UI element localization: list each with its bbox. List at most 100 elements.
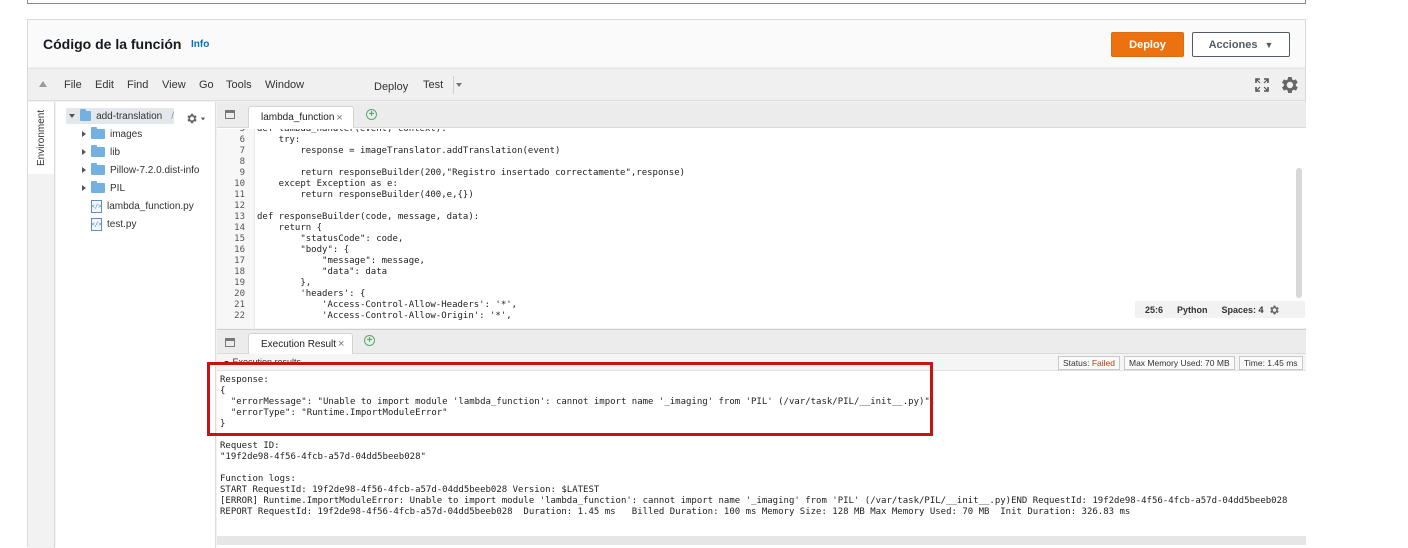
line-number: 14	[234, 223, 245, 233]
line-number: 8	[239, 157, 245, 167]
execution-results-title[interactable]: ▼ Execution results	[223, 357, 301, 367]
line-number: 17	[234, 256, 245, 266]
line-number: 20	[234, 289, 245, 299]
execution-results-label: Execution results	[232, 357, 301, 367]
folder-icon	[91, 127, 105, 139]
tree-root-label: add-translation	[96, 110, 163, 122]
tree-item-label: PIL	[110, 182, 126, 194]
file-tree: add-translation / images lib Pillow-7.2.…	[56, 102, 216, 548]
tab-menu-icon[interactable]	[225, 110, 235, 119]
python-file-icon: </>	[91, 217, 102, 231]
tab-lambda-function[interactable]: lambda_function ×	[248, 106, 354, 128]
tree-item-images[interactable]: images	[82, 126, 142, 142]
code-text: return responseBuilder(400,e,{})	[257, 190, 474, 200]
line-number: 12	[234, 201, 245, 211]
code-text: return {	[257, 223, 323, 233]
menu-edit[interactable]: Edit	[95, 79, 114, 91]
code-text: return responseBuilder(200,"Registro ins…	[257, 168, 686, 178]
output-line: {	[220, 386, 226, 396]
execution-results-header: ▼ Execution results Status: Failed Max M…	[217, 354, 1306, 371]
menu-go[interactable]: Go	[199, 79, 214, 91]
code-text: 'headers': {	[257, 289, 366, 299]
menu-view[interactable]: View	[162, 79, 186, 91]
language-mode[interactable]: Python	[1177, 305, 1208, 315]
settings-gear-icon[interactable]	[1278, 74, 1300, 96]
tree-item-pillow-dist-info[interactable]: Pillow-7.2.0.dist-info	[82, 162, 199, 178]
environment-tab[interactable]: Environment	[28, 102, 55, 174]
menu-tools[interactable]: Tools	[226, 79, 252, 91]
menu-file[interactable]: File	[64, 79, 82, 91]
tab-menu-icon[interactable]	[225, 338, 235, 347]
line-number: 15	[234, 234, 245, 244]
code-text: "message": message,	[257, 256, 425, 266]
info-link[interactable]: Info	[191, 39, 209, 50]
line-number: 16	[234, 245, 245, 255]
menu-deploy[interactable]: Deploy	[374, 81, 408, 93]
tree-item-label: Pillow-7.2.0.dist-info	[110, 164, 200, 176]
tree-item-test-py[interactable]: </> test.py	[91, 216, 136, 232]
output-line: Function logs:	[220, 474, 296, 484]
add-tab-icon[interactable]: +	[366, 109, 377, 120]
editor-status: 25:6 Python Spaces: 4	[1135, 301, 1305, 318]
folder-icon	[91, 163, 105, 175]
menu-separator	[453, 76, 454, 94]
chevron-down-icon[interactable]	[69, 114, 75, 118]
code-text: try:	[257, 135, 301, 145]
test-dropdown-icon[interactable]	[456, 83, 462, 87]
tab-execution-result[interactable]: Execution Result ×	[248, 333, 353, 354]
output-line: START RequestId: 19f2de98-4f56-4fcb-a57d…	[220, 485, 600, 495]
tree-item-label: test.py	[107, 218, 137, 230]
top-strip	[27, 0, 1306, 4]
environment-tab-label: Environment	[36, 109, 47, 166]
menu-bar: File Edit Find View Go Tools Window Depl…	[28, 68, 1305, 101]
editor-scrollbar[interactable]	[1296, 168, 1302, 298]
tree-item-label: lambda_function.py	[107, 200, 194, 212]
menu-test[interactable]: Test	[423, 79, 443, 91]
chevron-right-icon[interactable]	[82, 149, 86, 155]
code-text: "body": {	[257, 245, 350, 255]
output-line: "19f2de98-4f56-4fcb-a57d-04dd5beeb028"	[220, 452, 426, 462]
indent-setting[interactable]: Spaces: 4	[1222, 304, 1280, 316]
tree-settings[interactable]	[185, 112, 206, 125]
line-number: 6	[239, 135, 245, 145]
code-editor-pane: lambda_function × + 5 def lambda_handler(…	[217, 102, 1306, 328]
close-icon[interactable]: ×	[338, 338, 344, 350]
tree-item-lambda-function-py[interactable]: </> lambda_function.py	[91, 198, 194, 214]
output-line: REPORT RequestId: 19f2de98-4f56-4fcb-a57…	[220, 507, 1131, 517]
collapse-icon[interactable]	[39, 81, 47, 87]
status-badge: Status: Failed	[1058, 356, 1120, 370]
actions-button[interactable]: Acciones ▼	[1192, 32, 1290, 57]
status-label: Status:	[1063, 358, 1090, 368]
close-icon[interactable]: ×	[336, 112, 342, 124]
panel-header: Código de la función Info Deploy Accione…	[28, 20, 1305, 67]
line-number: 22	[234, 311, 245, 321]
menu-find[interactable]: Find	[127, 79, 148, 91]
tab-label: lambda_function	[261, 112, 335, 123]
tree-item-lib[interactable]: lib	[82, 144, 120, 160]
chevron-right-icon[interactable]	[82, 167, 86, 173]
output-line: }	[220, 419, 226, 429]
output-line: Response:	[220, 375, 269, 385]
page-title: Código de la función	[43, 36, 182, 52]
chevron-right-icon[interactable]	[82, 185, 86, 191]
actions-label: Acciones	[1208, 38, 1258, 51]
tree-root-add-translation[interactable]: add-translation /	[66, 108, 174, 124]
result-tab-bar: Execution Result × +	[217, 330, 1306, 354]
deploy-button[interactable]: Deploy	[1111, 32, 1184, 57]
output-line: [ERROR] Runtime.ImportModuleError: Unabl…	[220, 496, 1288, 506]
execution-output: Response:{ "errorMessage": "Unable to im…	[220, 372, 1300, 522]
line-number: 9	[239, 168, 245, 178]
code-area[interactable]: 5 def lambda_handler(event, context): 6 tr…	[217, 129, 1291, 328]
path-separator: /	[171, 110, 174, 122]
fullscreen-icon[interactable]	[1254, 77, 1270, 93]
add-tab-icon[interactable]: +	[364, 335, 375, 346]
menu-window[interactable]: Window	[265, 79, 304, 91]
caret-down-icon: ▼	[1264, 39, 1274, 50]
max-memory-badge: Max Memory Used: 70 MB	[1124, 356, 1235, 370]
chevron-right-icon[interactable]	[82, 131, 86, 137]
code-text: },	[257, 278, 312, 288]
code-text: "data": data	[257, 267, 388, 277]
output-scrollbar[interactable]	[217, 536, 1306, 545]
tree-item-pil[interactable]: PIL	[82, 180, 125, 196]
folder-icon	[80, 109, 92, 121]
